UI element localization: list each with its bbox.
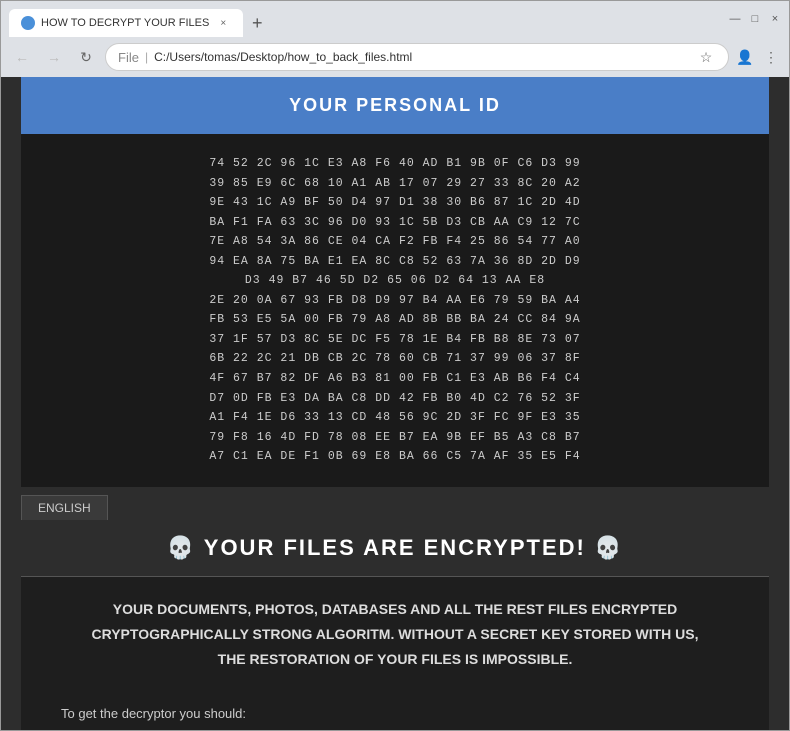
browser-menu-button[interactable]: ⋮ xyxy=(761,47,781,67)
active-tab[interactable]: HOW TO DECRYPT YOUR FILES × xyxy=(9,9,243,37)
address-bar: ← → ↻ File | C:/Users/tomas/Desktop/how_… xyxy=(1,37,789,77)
user-account-button[interactable]: 👤 xyxy=(735,47,755,67)
instructions-section: To get the decryptor you should: Send 1 … xyxy=(21,692,769,730)
tab-bar: HOW TO DECRYPT YOUR FILES × + xyxy=(9,1,717,37)
maximize-button[interactable]: □ xyxy=(749,13,761,25)
refresh-button[interactable]: ↻ xyxy=(73,44,99,70)
hex-code-block: 74 52 2C 96 1C E3 A8 F6 40 AD B1 9B 0F C… xyxy=(21,134,769,487)
url-bar[interactable]: File | C:/Users/tomas/Desktop/how_to_bac… xyxy=(105,43,729,71)
tab-close-button[interactable]: × xyxy=(215,15,231,31)
title-bar: HOW TO DECRYPT YOUR FILES × + — □ × xyxy=(1,1,789,37)
tab-title: HOW TO DECRYPT YOUR FILES xyxy=(41,17,209,29)
page-content: YOUR PERSONAL ID 74 52 2C 96 1C E3 A8 F6… xyxy=(1,77,789,730)
close-window-button[interactable]: × xyxy=(769,13,781,25)
language-tab-bar: ENGLISH xyxy=(1,487,789,520)
url-path: C:/Users/tomas/Desktop/how_to_back_files… xyxy=(154,50,690,64)
skull-header-text: 💀 YOUR FILES ARE ENCRYPTED! 💀 xyxy=(167,535,624,560)
personal-id-label: YOUR PERSONAL ID xyxy=(289,95,501,115)
hex-code-text: 74 52 2C 96 1C E3 A8 F6 40 AD B1 9B 0F C… xyxy=(51,154,739,467)
minimize-button[interactable]: — xyxy=(729,13,741,25)
warning-content: YOUR DOCUMENTS, PHOTOS, DATABASES AND AL… xyxy=(92,601,699,667)
lang-tab-label: ENGLISH xyxy=(38,501,91,515)
url-separator: | xyxy=(145,50,148,64)
instructions-title: To get the decryptor you should: xyxy=(61,702,729,727)
english-language-tab[interactable]: ENGLISH xyxy=(21,495,108,520)
bookmark-button[interactable]: ☆ xyxy=(696,47,716,67)
new-tab-button[interactable]: + xyxy=(243,9,271,37)
main-warning-text: YOUR DOCUMENTS, PHOTOS, DATABASES AND AL… xyxy=(21,577,769,693)
back-button[interactable]: ← xyxy=(9,44,35,70)
personal-id-header: YOUR PERSONAL ID xyxy=(21,77,769,134)
encrypted-header: 💀 YOUR FILES ARE ENCRYPTED! 💀 xyxy=(1,520,789,576)
browser-window: HOW TO DECRYPT YOUR FILES × + — □ × ← → … xyxy=(0,0,790,731)
window-controls: — □ × xyxy=(729,13,781,25)
forward-button[interactable]: → xyxy=(41,44,67,70)
tab-favicon xyxy=(21,16,35,30)
url-scheme: File xyxy=(118,50,139,65)
